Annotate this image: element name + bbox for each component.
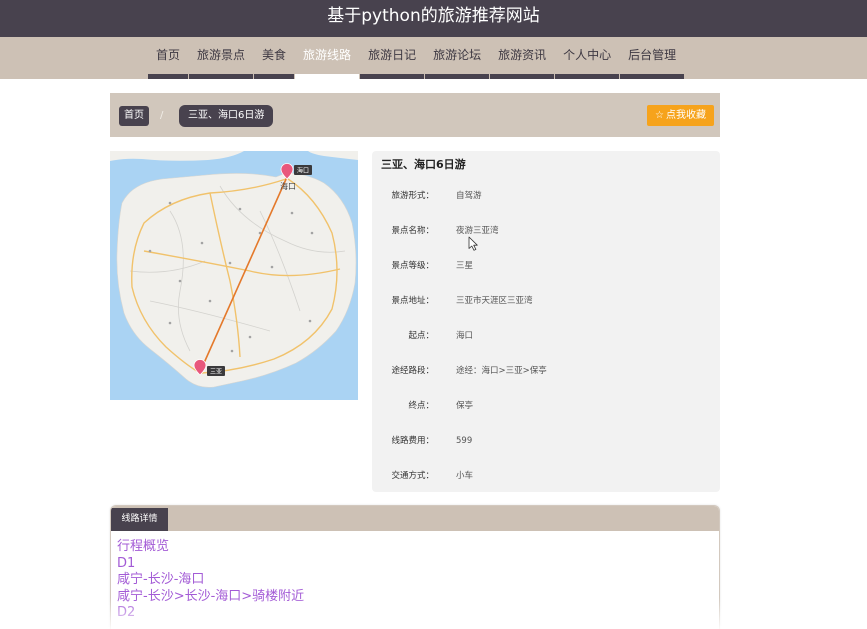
field-value: 三亚市天涯区三亚湾 (456, 296, 533, 306)
site-title: 基于python的旅游推荐网站 (327, 6, 540, 26)
itinerary-day-detail: 咸宁-长沙>长沙-海口>骑楼附近 (117, 588, 305, 604)
field-transport: 交通方式： 小车 (372, 459, 720, 494)
field-start-point: 起点： 海口 (372, 319, 720, 354)
field-label: 景点名称： (391, 226, 434, 236)
star-outline-icon (655, 110, 666, 121)
breadcrumb-separator: / (160, 110, 164, 121)
breadcrumb: 首页 / 三亚、海口6日游 点我收藏 (110, 93, 720, 137)
field-value: 三星 (456, 261, 474, 271)
map-marker-label-start: 海口 (294, 165, 312, 175)
map-city-label: 海口 (280, 181, 296, 191)
marker-label-text: 三亚 (210, 369, 222, 376)
field-route-cost: 线路费用： 599 (372, 424, 720, 459)
tab-bar: 线路详情 (111, 506, 719, 531)
nav-item-routes[interactable]: 旅游线路 (295, 37, 360, 79)
field-label: 终点： (408, 401, 434, 411)
field-attraction-level: 景点等级： 三星 (372, 249, 720, 284)
field-value: 海口 (456, 331, 474, 341)
route-detail-panel: 三亚、海口6日游 旅游形式： 自驾游 景点名称： 夜游三亚湾 景点等级： 三星 景点地… (372, 151, 720, 492)
nav-item-news[interactable]: 旅游资讯 (490, 37, 555, 79)
nav-item-attractions[interactable]: 旅游景点 (189, 37, 254, 79)
itinerary-overview-heading: 行程概览 (117, 539, 170, 554)
main-nav-list: 首页 旅游景点 美食 旅游线路 旅游日记 旅游论坛 旅游资讯 个人中心 后台管理 (148, 37, 685, 79)
field-label: 起点： (408, 331, 434, 341)
favorite-button-label: 点我收藏 (665, 110, 706, 121)
nav-item-forum[interactable]: 旅游论坛 (425, 37, 490, 79)
route-title: 三亚、海口6日游 (381, 158, 466, 171)
itinerary-day-label: D1 (117, 555, 136, 571)
breadcrumb-home-link[interactable]: 首页 (119, 106, 149, 126)
field-travel-type: 旅游形式： 自驾游 (372, 179, 720, 214)
field-label: 景点等级： (391, 261, 434, 271)
field-attraction-name: 景点名称： 夜游三亚湾 (372, 214, 720, 249)
field-via-route: 途经路段： 途经：海口>三亚>保亭 (372, 354, 720, 389)
nav-item-diary[interactable]: 旅游日记 (360, 37, 425, 79)
route-detail-tabs: 线路详情 行程概览 D1 咸宁-长沙-海口 咸宁-长沙>长沙-海口>骑楼附近 D… (110, 505, 720, 629)
map-canvas[interactable]: 海口 海口 三亚 (110, 151, 358, 400)
route-field-list: 旅游形式： 自驾游 景点名称： 夜游三亚湾 景点等级： 三星 景点地址： 三亚市天涯区三… (372, 179, 720, 494)
itinerary-day-label: D2 (117, 605, 136, 620)
field-label: 交通方式： (391, 471, 434, 481)
nav-item-home[interactable]: 首页 (148, 37, 189, 79)
nav-item-user-center[interactable]: 个人中心 (555, 37, 620, 79)
field-value: 自驾游 (456, 191, 482, 201)
main-nav: 首页 旅游景点 美食 旅游线路 旅游日记 旅游论坛 旅游资讯 个人中心 后台管理 (0, 37, 867, 79)
route-map[interactable]: 海口 海口 三亚 (110, 151, 358, 400)
field-label: 途经路段： (391, 366, 434, 376)
breadcrumb-current: 三亚、海口6日游 (179, 105, 274, 127)
nav-item-admin[interactable]: 后台管理 (620, 37, 685, 79)
nav-item-food[interactable]: 美食 (254, 37, 295, 79)
field-value: 保亭 (456, 401, 474, 411)
tab-route-detail[interactable]: 线路详情 (111, 508, 168, 531)
site-header: 基于python的旅游推荐网站 (0, 0, 867, 37)
field-value: 途经：海口>三亚>保亭 (456, 366, 547, 376)
field-attraction-address: 景点地址： 三亚市天涯区三亚湾 (372, 284, 720, 319)
marker-label-text: 海口 (297, 167, 309, 175)
favorite-button[interactable]: 点我收藏 (647, 105, 714, 126)
mouse-cursor-icon (468, 236, 478, 251)
field-label: 线路费用： (391, 436, 434, 446)
itinerary-day-route: 咸宁-长沙-海口 (117, 572, 205, 587)
field-value: 599 (456, 436, 473, 446)
tab-content: 行程概览 D1 咸宁-长沙-海口 咸宁-长沙>长沙-海口>骑楼附近 D2 (111, 531, 719, 629)
field-value: 小车 (456, 471, 474, 481)
field-end-point: 终点： 保亭 (372, 389, 720, 424)
field-label: 旅游形式： (391, 191, 434, 201)
map-marker-label-end: 三亚 (207, 366, 225, 376)
field-label: 景点地址： (391, 296, 434, 306)
